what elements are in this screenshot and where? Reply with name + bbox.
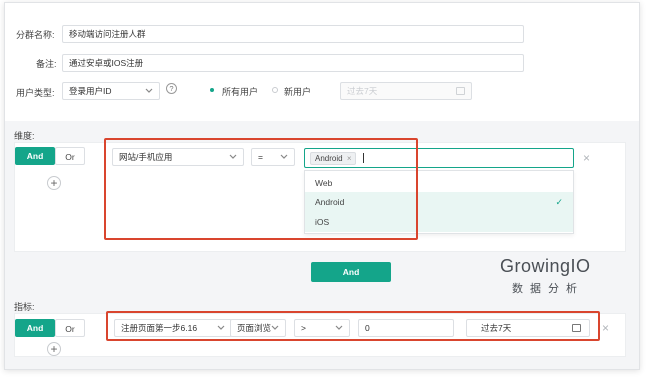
metric-remove-icon[interactable]: × (602, 322, 609, 334)
add-condition-icon[interactable]: + (47, 176, 61, 190)
brand-logo: GrowingIO (500, 256, 591, 276)
and-button[interactable]: And (311, 262, 391, 282)
highlight-box (106, 311, 600, 341)
note-label: 备注: (36, 59, 57, 69)
dimension-and-button[interactable]: And (15, 147, 55, 165)
highlight-box (104, 138, 418, 240)
radio-new-users-label: 新用户 (284, 87, 312, 97)
metric-and-button[interactable]: And (15, 319, 55, 337)
date-range-disabled-text: 过去7天 (347, 86, 378, 96)
metric-or-button[interactable]: Or (55, 319, 85, 337)
user-type-select[interactable]: 登录用户ID (62, 82, 160, 100)
dimension-remove-icon[interactable]: × (583, 152, 590, 164)
radio-new-users[interactable] (272, 87, 278, 93)
user-type-label: 用户类型: (16, 88, 55, 98)
radio-all-users-label: 所有用户 (222, 87, 259, 97)
dimension-label: 维度: (14, 131, 35, 141)
help-icon[interactable]: ? (166, 83, 177, 94)
date-range-disabled[interactable]: 过去7天 (340, 82, 472, 100)
dimension-or-button[interactable]: Or (55, 147, 85, 165)
add-metric-icon[interactable]: + (47, 342, 61, 356)
group-name-label: 分群名称: (16, 30, 55, 40)
brand-subtitle: 数据分析 (512, 283, 584, 295)
chevron-down-icon (144, 87, 154, 95)
metric-label: 指标: (14, 302, 35, 312)
group-name-input[interactable]: 移动端访问注册人群 (62, 25, 524, 43)
note-input[interactable]: 通过安卓或IOS注册 (62, 54, 524, 72)
check-icon: ✓ (555, 197, 563, 207)
user-type-value: 登录用户ID (69, 86, 112, 96)
radio-all-users[interactable] (210, 88, 214, 92)
calendar-icon (456, 87, 465, 95)
